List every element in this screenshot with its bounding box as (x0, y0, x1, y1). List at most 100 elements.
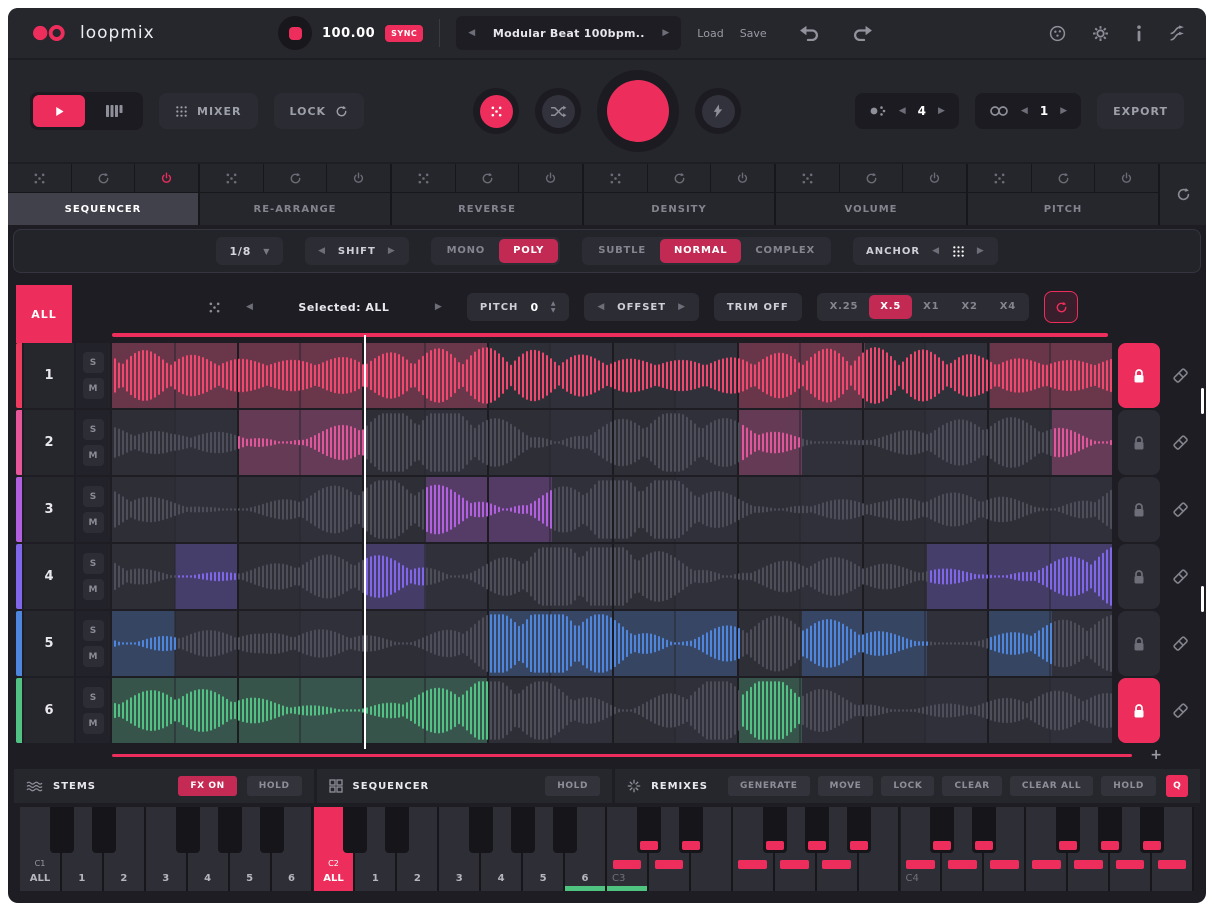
track-lock-button[interactable] (1118, 477, 1160, 542)
lane-loop-icon[interactable] (72, 164, 135, 192)
anchor-right-button[interactable]: ▶ (977, 247, 985, 256)
piano-key-black[interactable] (930, 807, 954, 853)
lane-randomize-icon[interactable] (8, 164, 71, 192)
piano-key-black[interactable] (1098, 807, 1122, 853)
mono-option[interactable]: MONO (433, 239, 500, 263)
pattern-next-button[interactable]: ▶ (938, 107, 945, 116)
play-view-button[interactable] (33, 95, 85, 127)
lane-power-icon[interactable] (711, 164, 774, 192)
lane-power-icon[interactable] (519, 164, 582, 192)
tab-density[interactable]: DENSITY (584, 193, 774, 225)
scroll-indicator[interactable] (1201, 388, 1204, 414)
piano-key-black[interactable] (637, 807, 661, 853)
piano-key-black[interactable] (50, 807, 74, 853)
randomize-small-button[interactable] (473, 88, 519, 134)
lane-power-icon[interactable] (1095, 164, 1158, 192)
track-erase-button[interactable] (1160, 611, 1200, 676)
piano-view-button[interactable] (88, 95, 140, 127)
tab-pitch[interactable]: PITCH (968, 193, 1158, 225)
load-button[interactable]: Load (697, 27, 723, 40)
info-icon[interactable] (1135, 25, 1143, 42)
select-all-cell[interactable]: ALL (16, 285, 72, 343)
piano-key-black[interactable] (176, 807, 200, 853)
lane-randomize-icon[interactable] (392, 164, 455, 192)
fx-on-button[interactable]: FX ON (178, 776, 236, 796)
shuffle-button[interactable] (535, 88, 581, 134)
bottom-range-bar[interactable] (112, 754, 1132, 757)
lane-loop-icon[interactable] (1032, 164, 1095, 192)
poly-option[interactable]: POLY (499, 239, 558, 263)
speed-x2-option[interactable]: X2 (950, 295, 988, 319)
track-erase-button[interactable] (1160, 544, 1200, 609)
piano-key-black[interactable] (469, 807, 493, 853)
mixer-button[interactable]: MIXER (159, 93, 258, 129)
track-lock-button[interactable] (1118, 678, 1160, 743)
mute-button[interactable]: M (83, 646, 104, 667)
piano-key-black[interactable] (260, 807, 284, 853)
speed-x1-option[interactable]: X1 (912, 295, 950, 319)
offset-right-button[interactable]: ▶ (678, 303, 686, 312)
lock-button[interactable]: LOCK (274, 93, 365, 129)
mute-button[interactable]: M (83, 713, 104, 734)
track-number[interactable]: 4 (24, 544, 74, 609)
scroll-indicator[interactable] (1201, 586, 1204, 612)
lane-randomize-icon[interactable] (968, 164, 1031, 192)
track-lock-button[interactable] (1118, 611, 1160, 676)
remix-hold-button[interactable]: HOLD (1101, 776, 1156, 796)
pitch-stepper[interactable]: ▲▼ (551, 301, 556, 314)
piano-key-black[interactable] (218, 807, 242, 853)
remix-lock-button[interactable]: LOCK (881, 776, 934, 796)
track-number[interactable]: 6 (24, 678, 74, 743)
global-loop-tab[interactable] (1160, 164, 1206, 225)
track-erase-button[interactable] (1160, 477, 1200, 542)
normal-option[interactable]: NORMAL (660, 239, 741, 263)
tab-reverse[interactable]: REVERSE (392, 193, 582, 225)
bpm-value[interactable]: 100.00 (322, 26, 375, 41)
trigger-button[interactable] (695, 88, 741, 134)
track-waveform-lane[interactable] (112, 611, 1112, 676)
piano-key-black[interactable] (385, 807, 409, 853)
solo-button[interactable]: S (83, 486, 104, 507)
track-waveform-lane[interactable] (112, 477, 1112, 542)
quantize-button[interactable]: Q (1166, 775, 1188, 797)
solo-button[interactable]: S (83, 553, 104, 574)
speed-x4-option[interactable]: X4 (989, 295, 1027, 319)
sync-toggle[interactable]: SYNC (385, 25, 423, 42)
undo-button[interactable] (797, 25, 821, 41)
track-erase-button[interactable] (1160, 678, 1200, 743)
tab-volume[interactable]: VOLUME (776, 193, 966, 225)
lane-power-icon[interactable] (903, 164, 966, 192)
stop-button[interactable] (278, 16, 312, 50)
rate-dropdown[interactable]: 1/8 ▼ (216, 237, 283, 265)
piano-key-black[interactable] (343, 807, 367, 853)
redo-button[interactable] (851, 25, 875, 41)
loop-next-button[interactable]: ▶ (1060, 107, 1067, 116)
lane-loop-icon[interactable] (648, 164, 711, 192)
lane-loop-icon[interactable] (264, 164, 327, 192)
tab-sequencer[interactable]: SEQUENCER (8, 193, 198, 225)
piano-key-black[interactable] (972, 807, 996, 853)
selected-next-button[interactable]: ▶ (435, 303, 442, 312)
piano-key-black[interactable] (511, 807, 535, 853)
lane-power-icon[interactable] (135, 164, 198, 192)
mute-button[interactable]: M (83, 579, 104, 600)
track-number[interactable]: 2 (24, 410, 74, 475)
lane-loop-icon[interactable] (456, 164, 519, 192)
routing-icon[interactable] (1169, 25, 1186, 42)
track-waveform-lane[interactable] (112, 678, 1112, 743)
shift-right-button[interactable]: ▶ (388, 247, 396, 256)
shift-left-button[interactable]: ◀ (318, 247, 326, 256)
lane-loop-icon[interactable] (840, 164, 903, 192)
randomizer-ball-icon[interactable] (1049, 25, 1066, 42)
track-waveform-lane[interactable] (112, 544, 1112, 609)
lane-randomize-icon[interactable] (584, 164, 647, 192)
preset-prev-button[interactable]: ◀ (468, 29, 475, 38)
tab-re-arrange[interactable]: RE-ARRANGE (200, 193, 390, 225)
piano-key-black[interactable] (763, 807, 787, 853)
mute-button[interactable]: M (83, 512, 104, 533)
preset-name[interactable]: Modular Beat 100bpm.. (493, 27, 645, 40)
remix-generate-button[interactable]: GENERATE (728, 776, 810, 796)
solo-button[interactable]: S (83, 419, 104, 440)
track-lock-button[interactable] (1118, 410, 1160, 475)
settings-gear-icon[interactable] (1092, 25, 1109, 42)
